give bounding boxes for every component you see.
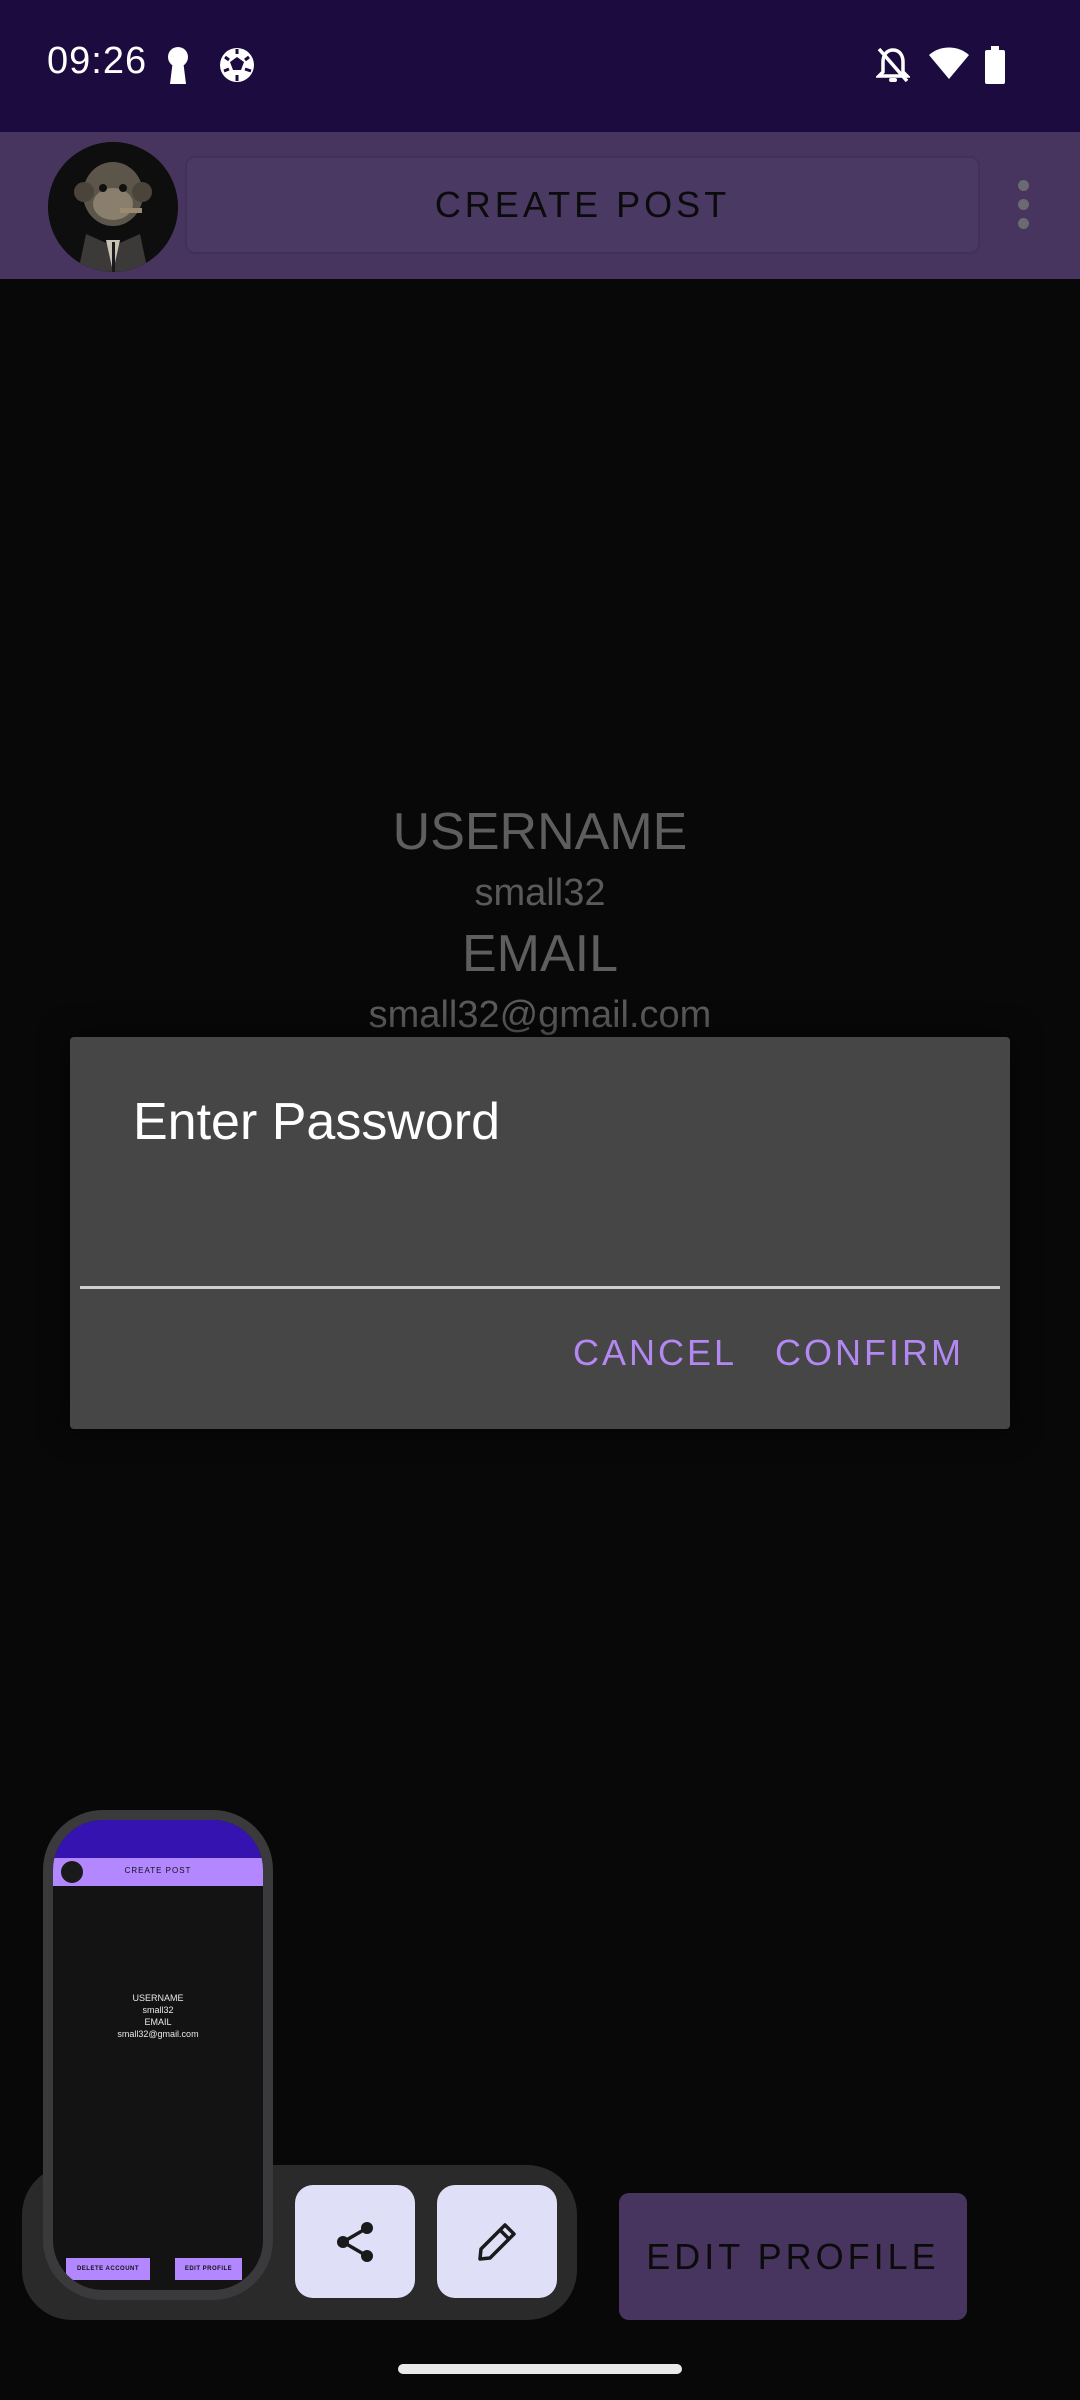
email-label: EMAIL: [461, 925, 619, 983]
preview-email-label: EMAIL: [144, 2017, 172, 2027]
preview-create-post: CREATE POST: [124, 1866, 192, 1875]
username-value: small32: [474, 872, 606, 914]
overflow-menu-icon[interactable]: [1010, 180, 1036, 230]
preview-screen: CREATE POST USERNAME small32 EMAIL small…: [53, 1820, 263, 2290]
keyhole-icon: [168, 47, 188, 84]
screenshot-preview[interactable]: CREATE POST USERNAME small32 EMAIL small…: [43, 1810, 273, 2300]
share-button[interactable]: [295, 2185, 415, 2298]
monkey-avatar-icon: [48, 142, 178, 272]
cancel-button[interactable]: CANCEL: [573, 1332, 737, 1374]
edit-screenshot-button[interactable]: [437, 2185, 557, 2298]
preview-profile: USERNAME small32 EMAIL small32@gmail.com: [53, 1992, 263, 2040]
create-post-button[interactable]: CREATE POST: [185, 156, 980, 254]
status-time: 09:26: [47, 40, 148, 82]
email-value: small32@gmail.com: [368, 994, 712, 1036]
app-bar: CREATE POST: [0, 132, 1080, 279]
preview-edit-profile: EDIT PROFILE: [175, 2258, 242, 2280]
wifi-icon: [929, 47, 969, 79]
share-icon: [337, 2221, 373, 2262]
preview-username-label: USERNAME: [132, 1993, 184, 2003]
preview-username-value: small32: [142, 2005, 174, 2015]
edit-profile-button[interactable]: EDIT PROFILE: [619, 2193, 967, 2320]
status-bar: 09:26: [0, 0, 1080, 132]
preview-status-bar: [53, 1820, 263, 1858]
profile-info: USERNAME small32 EMAIL small32@gmail.com: [0, 800, 1080, 1044]
navigation-handle[interactable]: [398, 2364, 682, 2374]
preview-app-bar: CREATE POST: [53, 1858, 263, 1886]
username-label: USERNAME: [392, 803, 688, 861]
dialog-title: Enter Password: [133, 1093, 501, 1151]
soccer-ball-icon: [220, 48, 254, 82]
battery-icon: [985, 46, 1005, 84]
confirm-button[interactable]: CONFIRM: [775, 1332, 964, 1374]
screen: 09:26 CREATE POST USERNAME small32 EMAIL…: [0, 0, 1080, 2400]
password-dialog: Enter Password CANCEL CONFIRM: [70, 1037, 1010, 1429]
preview-delete-account: DELETE ACCOUNT: [66, 2258, 150, 2280]
avatar[interactable]: [48, 142, 178, 272]
pencil-icon: [478, 2222, 516, 2261]
preview-email-value: small32@gmail.com: [117, 2029, 199, 2039]
password-input[interactable]: [80, 1177, 1000, 1289]
bell-off-icon: [876, 47, 910, 83]
